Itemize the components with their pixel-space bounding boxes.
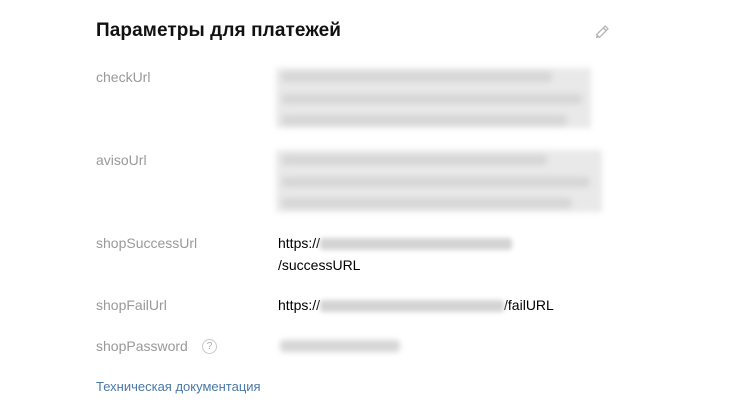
section-title: Параметры для платежей <box>96 20 342 41</box>
check-url-label: checkUrl <box>96 69 151 85</box>
question-circle-icon[interactable]: ? <box>202 339 217 354</box>
pencil-icon <box>595 25 609 39</box>
fail-url-suffix: /failURL <box>504 297 554 313</box>
edit-button[interactable] <box>592 20 614 42</box>
shop-success-url-label: shopSuccessUrl <box>96 235 198 251</box>
technical-docs-link[interactable]: Техническая документация <box>96 379 261 394</box>
shop-fail-url-value: https:// /failURL <box>278 294 554 316</box>
fail-url-redacted-host <box>320 300 505 313</box>
shop-success-url-value: https:// /successURL <box>278 232 513 276</box>
aviso-url-label: avisoUrl <box>96 152 147 168</box>
success-url-prefix: https:// <box>278 235 321 251</box>
success-url-redacted-host <box>320 238 513 251</box>
shop-password-label: shopPassword <box>96 338 188 354</box>
shop-fail-url-label: shopFailUrl <box>96 297 167 313</box>
payment-settings-panel: Параметры для платежей checkUrl avisoUrl… <box>0 0 740 415</box>
fail-url-prefix: https:// <box>278 297 321 313</box>
success-url-suffix: /successURL <box>278 257 361 273</box>
